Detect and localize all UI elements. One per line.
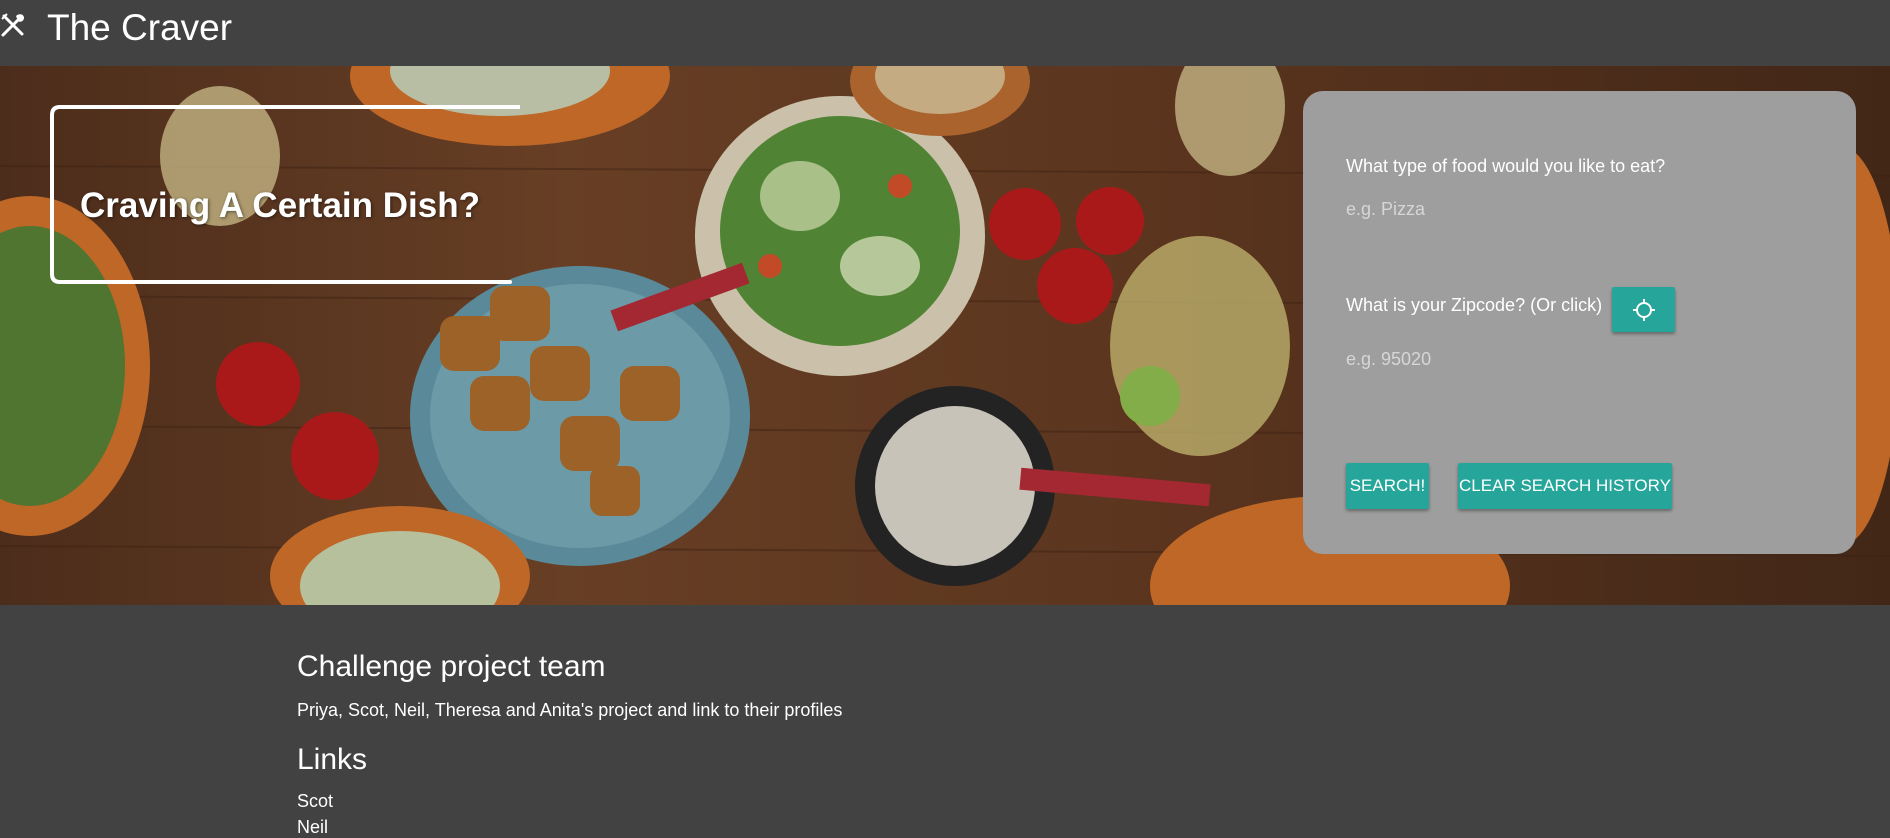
footer: Challenge project team Priya, Scot, Neil… bbox=[0, 605, 1890, 837]
hero-section: Craving A Certain Dish? What type of foo… bbox=[0, 66, 1890, 605]
utensils-icon[interactable] bbox=[0, 12, 26, 38]
search-button[interactable]: SEARCH! bbox=[1346, 463, 1429, 509]
food-type-input[interactable] bbox=[1346, 199, 1816, 220]
locate-me-button[interactable] bbox=[1612, 287, 1675, 332]
link-neil[interactable]: Neil bbox=[297, 817, 328, 838]
brand-title[interactable]: The Craver bbox=[47, 6, 232, 50]
zipcode-label: What is your Zipcode? (Or click) bbox=[1346, 295, 1603, 315]
zipcode-input[interactable] bbox=[1346, 349, 1816, 370]
hero-heading: Craving A Certain Dish? bbox=[80, 186, 480, 225]
search-card: What type of food would you like to eat?… bbox=[1303, 91, 1856, 554]
links-title: Links bbox=[297, 743, 368, 776]
team-title: Challenge project team bbox=[297, 650, 606, 683]
navbar: The Craver bbox=[0, 0, 1890, 66]
clear-search-history-button[interactable]: CLEAR SEARCH HISTORY bbox=[1458, 463, 1672, 509]
link-scot[interactable]: Scot bbox=[297, 791, 333, 812]
crosshair-icon bbox=[1632, 298, 1655, 321]
team-description: Priya, Scot, Neil, Theresa and Anita's p… bbox=[297, 700, 843, 720]
food-type-label: What type of food would you like to eat? bbox=[1346, 156, 1666, 176]
